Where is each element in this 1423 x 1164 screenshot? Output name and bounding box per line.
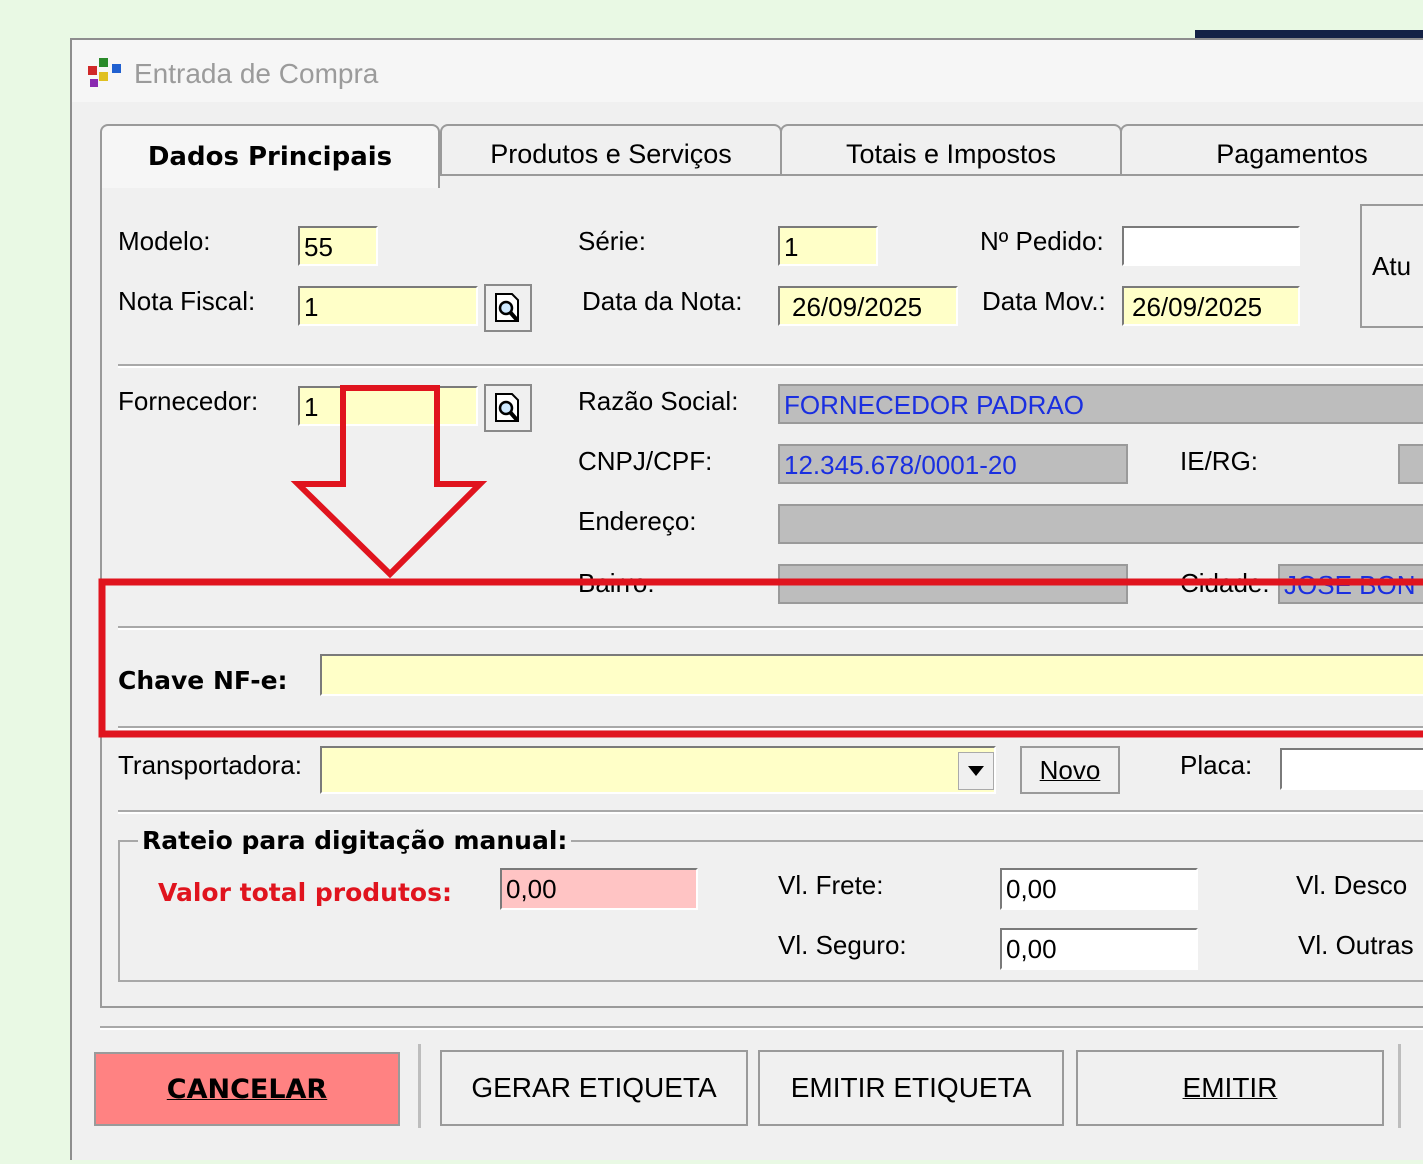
annotation-arrow xyxy=(290,385,488,579)
tab-dados-principais[interactable]: Dados Principais xyxy=(100,124,440,188)
annotation-highlight-box xyxy=(98,578,1423,738)
